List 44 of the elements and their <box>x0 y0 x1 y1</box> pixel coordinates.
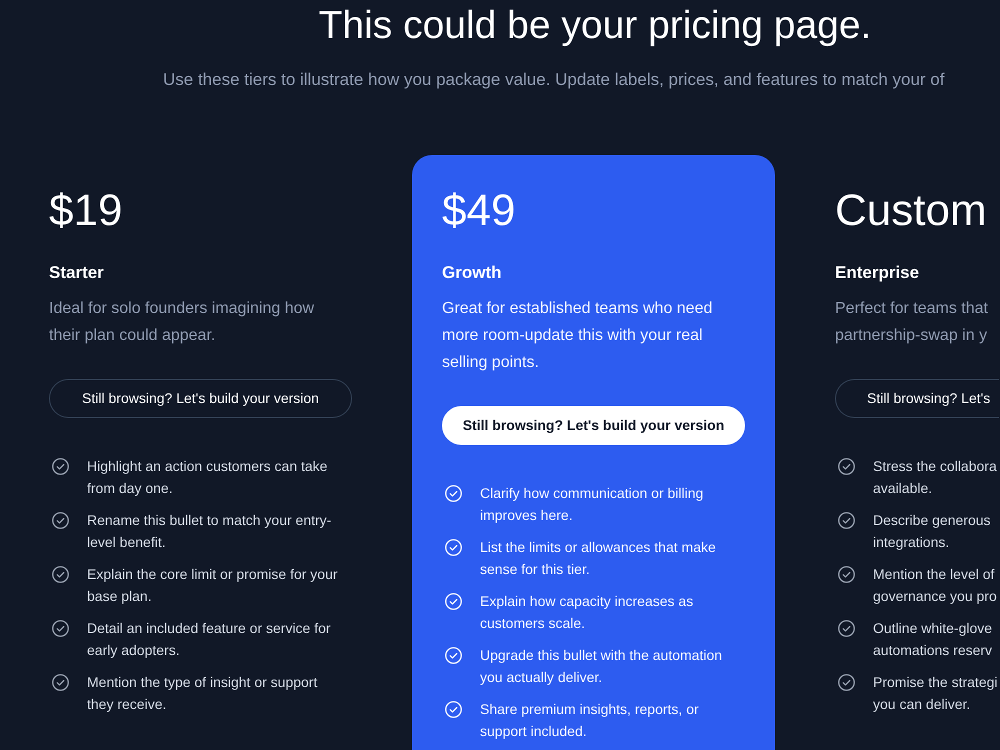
feature-text: Upgrade this bullet with the automation you actually deliver. <box>480 646 724 687</box>
feature-text: Highlight an action customers can take from day one. <box>87 457 328 498</box>
feature-text: List the limits or allowances that make sense for this tier. <box>480 538 717 579</box>
feature-text: Rename this bullet to match your entry-level benefit. <box>87 511 332 552</box>
check-circle-icon <box>838 674 855 690</box>
check-circle-icon <box>52 512 69 528</box>
check-circle-icon <box>52 620 69 636</box>
plan-price: Custom <box>835 185 987 237</box>
check-circle-icon <box>445 538 462 556</box>
check-circle-icon <box>838 458 855 474</box>
plan-price: $49 <box>442 185 516 237</box>
plan-description: Perfect for teams that partnership-swap in y <box>835 299 989 346</box>
feature-text: Mention the level of governance you pro <box>873 565 997 606</box>
feature-text: Explain how capacity increases as customers scale. <box>480 592 694 633</box>
check-circle-icon <box>838 512 855 528</box>
check-circle-icon <box>52 458 69 474</box>
check-circle-icon <box>838 620 855 636</box>
check-circle-icon <box>445 700 462 718</box>
feature-text: Detail an included feature or service for early adopters. <box>87 619 332 660</box>
feature-text: Share premium insights, reports, or support included. <box>480 700 700 741</box>
check-circle-icon <box>445 484 462 502</box>
cta-button[interactable]: Still browsing? Let's <box>835 379 999 418</box>
check-circle-icon <box>445 646 462 664</box>
plan-description: Ideal for solo founders imagining how their plan could appear. <box>49 299 316 346</box>
cta-button[interactable]: Still browsing? Let's build your version <box>442 406 745 445</box>
check-circle-icon <box>52 566 69 582</box>
plan-name: Enterprise <box>835 262 920 284</box>
cta-button[interactable]: Still browsing? Let's build your version <box>49 379 352 418</box>
plan-description: Great for established teams who need more room-update this with your real selling points. <box>442 299 714 373</box>
check-circle-icon <box>52 674 69 690</box>
feature-text: Describe generous integrations. <box>873 511 991 552</box>
plan-price: $19 <box>49 185 122 237</box>
check-circle-icon <box>838 566 855 582</box>
feature-text: Promise the strategi you can deliver. <box>873 673 998 714</box>
feature-text: Stress the collabora available. <box>873 457 997 498</box>
plan-name: Growth <box>442 262 502 284</box>
feature-text: Mention the type of insight or support they receive. <box>87 673 318 714</box>
check-circle-icon <box>445 592 462 610</box>
feature-text: Outline white-glove automations reserv <box>873 619 992 660</box>
feature-text: Clarify how communication or billing improves here. <box>480 484 704 525</box>
feature-text: Explain the core limit or promise for your base plan. <box>87 565 339 606</box>
page-subtitle: Use these tiers to illustrate how you package value. Update labels, prices, and features to match your of <box>163 69 944 91</box>
page-title: This could be your pricing page. <box>318 3 872 49</box>
plan-name: Starter <box>49 262 104 284</box>
